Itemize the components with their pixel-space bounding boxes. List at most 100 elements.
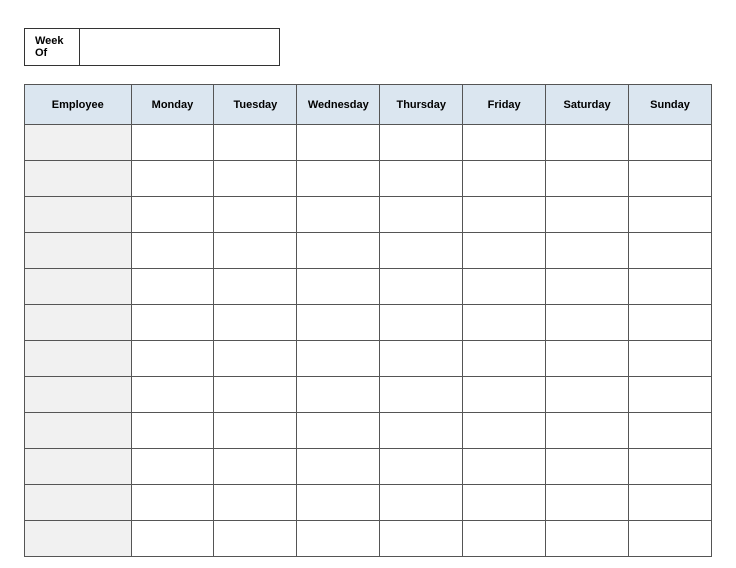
day-cell[interactable] xyxy=(214,521,297,557)
day-cell[interactable] xyxy=(463,161,546,197)
day-cell[interactable] xyxy=(463,233,546,269)
day-cell[interactable] xyxy=(629,161,712,197)
day-cell[interactable] xyxy=(214,413,297,449)
employee-cell[interactable] xyxy=(25,449,132,485)
day-cell[interactable] xyxy=(463,485,546,521)
day-cell[interactable] xyxy=(297,233,380,269)
day-cell[interactable] xyxy=(380,449,463,485)
week-of-input[interactable] xyxy=(80,28,280,66)
day-cell[interactable] xyxy=(546,125,629,161)
employee-cell[interactable] xyxy=(25,161,132,197)
day-cell[interactable] xyxy=(463,413,546,449)
day-cell[interactable] xyxy=(131,377,214,413)
day-cell[interactable] xyxy=(214,305,297,341)
day-cell[interactable] xyxy=(214,449,297,485)
day-cell[interactable] xyxy=(380,521,463,557)
day-cell[interactable] xyxy=(546,521,629,557)
day-cell[interactable] xyxy=(131,269,214,305)
day-cell[interactable] xyxy=(214,197,297,233)
day-cell[interactable] xyxy=(629,485,712,521)
day-cell[interactable] xyxy=(463,377,546,413)
day-cell[interactable] xyxy=(214,125,297,161)
day-cell[interactable] xyxy=(131,161,214,197)
day-cell[interactable] xyxy=(463,449,546,485)
day-cell[interactable] xyxy=(629,197,712,233)
day-cell[interactable] xyxy=(297,521,380,557)
day-cell[interactable] xyxy=(546,305,629,341)
schedule-table: Employee Monday Tuesday Wednesday Thursd… xyxy=(24,84,712,557)
day-cell[interactable] xyxy=(131,485,214,521)
day-cell[interactable] xyxy=(629,269,712,305)
day-cell[interactable] xyxy=(214,485,297,521)
day-cell[interactable] xyxy=(629,521,712,557)
day-cell[interactable] xyxy=(546,197,629,233)
day-cell[interactable] xyxy=(629,341,712,377)
day-cell[interactable] xyxy=(297,485,380,521)
day-cell[interactable] xyxy=(297,341,380,377)
day-cell[interactable] xyxy=(297,377,380,413)
day-cell[interactable] xyxy=(380,485,463,521)
day-cell[interactable] xyxy=(297,161,380,197)
day-cell[interactable] xyxy=(380,197,463,233)
day-cell[interactable] xyxy=(131,341,214,377)
day-cell[interactable] xyxy=(131,125,214,161)
table-row xyxy=(25,521,712,557)
employee-cell[interactable] xyxy=(25,233,132,269)
day-cell[interactable] xyxy=(380,305,463,341)
employee-cell[interactable] xyxy=(25,197,132,233)
day-cell[interactable] xyxy=(380,413,463,449)
day-cell[interactable] xyxy=(214,377,297,413)
employee-cell[interactable] xyxy=(25,305,132,341)
day-cell[interactable] xyxy=(546,269,629,305)
day-cell[interactable] xyxy=(131,233,214,269)
employee-cell[interactable] xyxy=(25,125,132,161)
day-cell[interactable] xyxy=(214,269,297,305)
day-cell[interactable] xyxy=(546,233,629,269)
day-cell[interactable] xyxy=(629,233,712,269)
day-cell[interactable] xyxy=(463,125,546,161)
day-cell[interactable] xyxy=(380,377,463,413)
day-cell[interactable] xyxy=(629,413,712,449)
employee-cell[interactable] xyxy=(25,413,132,449)
day-cell[interactable] xyxy=(380,161,463,197)
day-cell[interactable] xyxy=(131,521,214,557)
day-cell[interactable] xyxy=(629,449,712,485)
day-cell[interactable] xyxy=(297,125,380,161)
day-cell[interactable] xyxy=(131,449,214,485)
employee-cell[interactable] xyxy=(25,341,132,377)
day-cell[interactable] xyxy=(297,305,380,341)
day-cell[interactable] xyxy=(380,269,463,305)
day-cell[interactable] xyxy=(131,413,214,449)
day-cell[interactable] xyxy=(629,125,712,161)
employee-cell[interactable] xyxy=(25,377,132,413)
day-cell[interactable] xyxy=(131,305,214,341)
day-cell[interactable] xyxy=(546,377,629,413)
day-cell[interactable] xyxy=(214,233,297,269)
day-cell[interactable] xyxy=(297,449,380,485)
day-cell[interactable] xyxy=(463,197,546,233)
day-cell[interactable] xyxy=(380,233,463,269)
day-cell[interactable] xyxy=(546,161,629,197)
day-cell[interactable] xyxy=(629,305,712,341)
day-cell[interactable] xyxy=(546,485,629,521)
day-cell[interactable] xyxy=(297,197,380,233)
day-cell[interactable] xyxy=(214,341,297,377)
day-cell[interactable] xyxy=(546,449,629,485)
day-cell[interactable] xyxy=(463,341,546,377)
day-cell[interactable] xyxy=(463,305,546,341)
day-cell[interactable] xyxy=(546,413,629,449)
day-cell[interactable] xyxy=(214,161,297,197)
employee-cell[interactable] xyxy=(25,485,132,521)
day-cell[interactable] xyxy=(380,125,463,161)
day-cell[interactable] xyxy=(629,377,712,413)
day-cell[interactable] xyxy=(463,269,546,305)
day-cell[interactable] xyxy=(297,413,380,449)
day-cell[interactable] xyxy=(131,197,214,233)
header-wednesday: Wednesday xyxy=(297,85,380,125)
day-cell[interactable] xyxy=(297,269,380,305)
day-cell[interactable] xyxy=(463,521,546,557)
day-cell[interactable] xyxy=(546,341,629,377)
employee-cell[interactable] xyxy=(25,269,132,305)
employee-cell[interactable] xyxy=(25,521,132,557)
day-cell[interactable] xyxy=(380,341,463,377)
